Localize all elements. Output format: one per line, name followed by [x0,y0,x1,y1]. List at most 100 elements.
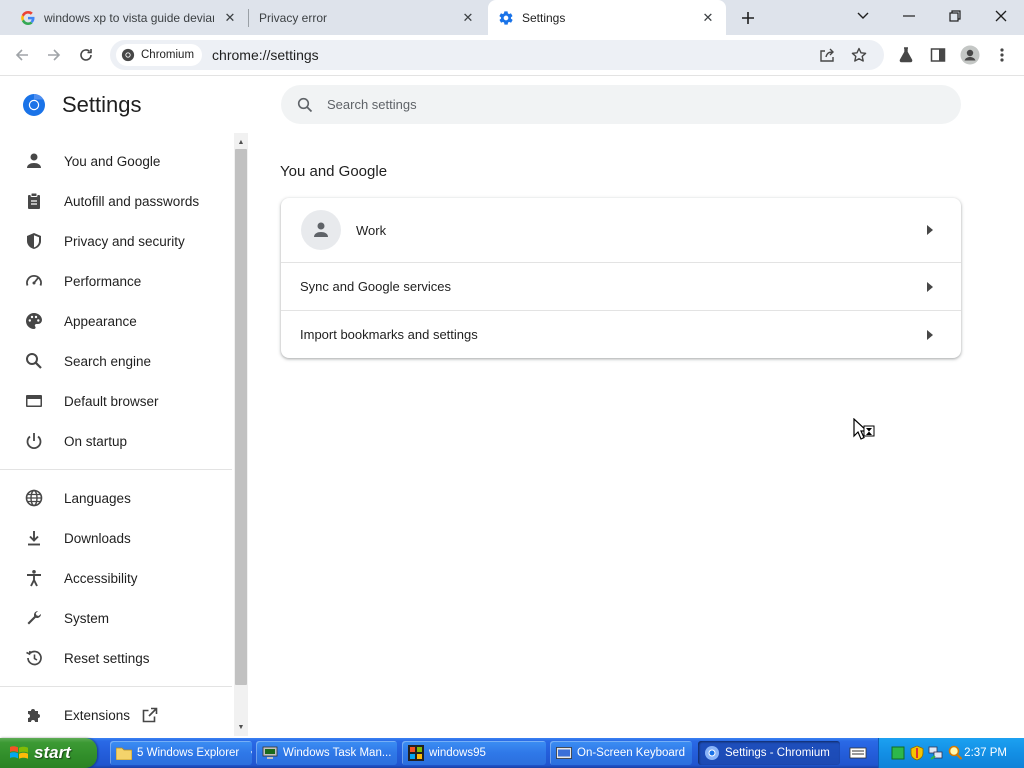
sidebar-item-on-startup[interactable]: On startup [0,421,232,461]
security-chip[interactable]: Chromium [116,44,203,66]
search-settings-box[interactable] [281,85,961,124]
sidebar-item-label: You and Google [64,153,161,169]
bookmark-button[interactable] [845,41,873,69]
globe-icon [24,488,44,508]
tab-title: windows xp to vista guide devianta [44,10,214,25]
tab-separator [248,9,249,27]
close-icon[interactable]: ✕ [222,10,238,26]
share-icon [820,48,834,62]
browser-toolbar: Chromium chrome://settings [0,35,1024,76]
side-panel-icon [930,48,946,62]
search-tray-icon[interactable] [947,745,963,761]
reload-icon [80,49,92,61]
url-text[interactable]: chrome://settings [212,47,319,63]
shield-icon [24,231,44,251]
taskbar-item-on-screen-keyboard[interactable]: On-Screen Keyboard [550,741,692,765]
start-label: start [34,743,71,762]
settings-header: Settings [22,92,142,118]
search-input[interactable] [327,97,927,112]
arrow-right-icon [926,225,934,235]
reload-button[interactable] [72,41,100,69]
sidebar-item-appearance[interactable]: Appearance [0,301,232,341]
close-icon[interactable]: ✕ [460,10,476,26]
chevron-down-icon: ▼ [249,749,252,758]
close-icon[interactable]: ✕ [700,10,716,26]
sidebar-item-you-and-google[interactable]: You and Google [0,141,232,181]
taskbar-item-settings-chromium[interactable]: Settings - Chromium [698,741,840,765]
more-vert-icon [1000,48,1004,62]
palette-icon [24,311,44,331]
sidebar-item-privacy[interactable]: Privacy and security [0,221,232,261]
taskbar-item-windows-explorer[interactable]: 5 Windows Explorer ▼ [110,741,252,765]
wrench-icon [24,608,44,628]
back-button[interactable] [8,41,36,69]
tab-search-button[interactable] [840,0,886,32]
sidebar-item-label: Privacy and security [64,233,185,249]
sidebar-item-reset[interactable]: Reset settings [0,638,232,678]
clock[interactable]: 2:37 PM [964,747,1007,759]
extensions-button[interactable] [892,41,920,69]
side-panel-button[interactable] [924,41,952,69]
person-icon [314,222,328,237]
sidebar-divider [0,469,232,470]
tab-title: Privacy error [259,10,328,25]
chromium-icon [704,745,720,761]
sidebar-item-downloads[interactable]: Downloads [0,518,232,558]
settings-sidebar: You and Google Autofill and passwords Pr… [0,133,248,736]
profile-button[interactable] [956,41,984,69]
sync-services-row[interactable]: Sync and Google services [281,263,961,310]
restore-button[interactable] [932,0,978,32]
green-square-icon[interactable] [890,745,906,761]
sidebar-scrollbar[interactable]: ▲ ▼ [234,133,248,736]
scrollbar-thumb[interactable] [235,149,247,685]
clipboard-icon [24,191,44,211]
restore-icon [949,10,961,22]
tab-strip: windows xp to vista guide devianta ✕ Pri… [0,0,1024,35]
download-icon [24,528,44,548]
tab-deviantart[interactable]: windows xp to vista guide devianta ✕ [8,0,248,35]
forward-button[interactable] [40,41,68,69]
keyboard-icon [556,745,572,761]
minimize-icon [903,15,915,17]
minimize-button[interactable] [886,0,932,32]
sidebar-item-extensions[interactable]: Extensions [0,695,232,735]
task-label: 5 Windows Explorer [137,747,240,759]
sidebar-item-label: Accessibility [64,570,138,586]
sidebar-item-accessibility[interactable]: Accessibility [0,558,232,598]
browser-window-icon [24,391,44,411]
speedometer-icon [24,271,44,291]
scroll-down-icon[interactable]: ▼ [234,720,248,734]
sidebar-item-system[interactable]: System [0,598,232,638]
open-in-new-icon [142,707,158,723]
task-label: On-Screen Keyboard [577,747,686,759]
sidebar-item-search-engine[interactable]: Search engine [0,341,232,381]
menu-button[interactable] [988,41,1016,69]
close-window-button[interactable] [978,0,1024,32]
scroll-up-icon[interactable]: ▲ [234,135,248,149]
sidebar-item-label: Search engine [64,353,152,369]
network-icon[interactable] [928,745,944,761]
tab-settings[interactable]: Settings ✕ [488,0,726,35]
new-tab-button[interactable] [725,2,771,34]
sidebar-item-label: Performance [64,273,142,289]
taskbar-item-task-manager[interactable]: Windows Task Man... [256,741,397,765]
sidebar-divider [0,686,232,687]
security-shield-icon[interactable] [909,745,925,761]
plus-icon [742,12,754,24]
sidebar-item-default-browser[interactable]: Default browser [0,381,232,421]
sidebar-item-autofill[interactable]: Autofill and passwords [0,181,232,221]
omnibox[interactable]: Chromium chrome://settings [110,40,884,70]
profile-row-work[interactable]: Work [281,198,961,262]
tab-privacy-error[interactable]: Privacy error ✕ [250,0,486,35]
import-bookmarks-row[interactable]: Import bookmarks and settings [281,311,961,358]
sidebar-item-label: Downloads [64,530,131,546]
sidebar-item-label: Appearance [64,313,137,329]
start-button[interactable]: start [0,738,97,768]
avatar [301,210,341,250]
windows-logo-icon [10,746,28,759]
share-button[interactable] [813,41,841,69]
taskbar-item-windows95[interactable]: windows95 [402,741,546,765]
sidebar-item-performance[interactable]: Performance [0,261,232,301]
sidebar-item-languages[interactable]: Languages [0,478,232,518]
keyboard-layout-icon[interactable] [849,745,867,761]
